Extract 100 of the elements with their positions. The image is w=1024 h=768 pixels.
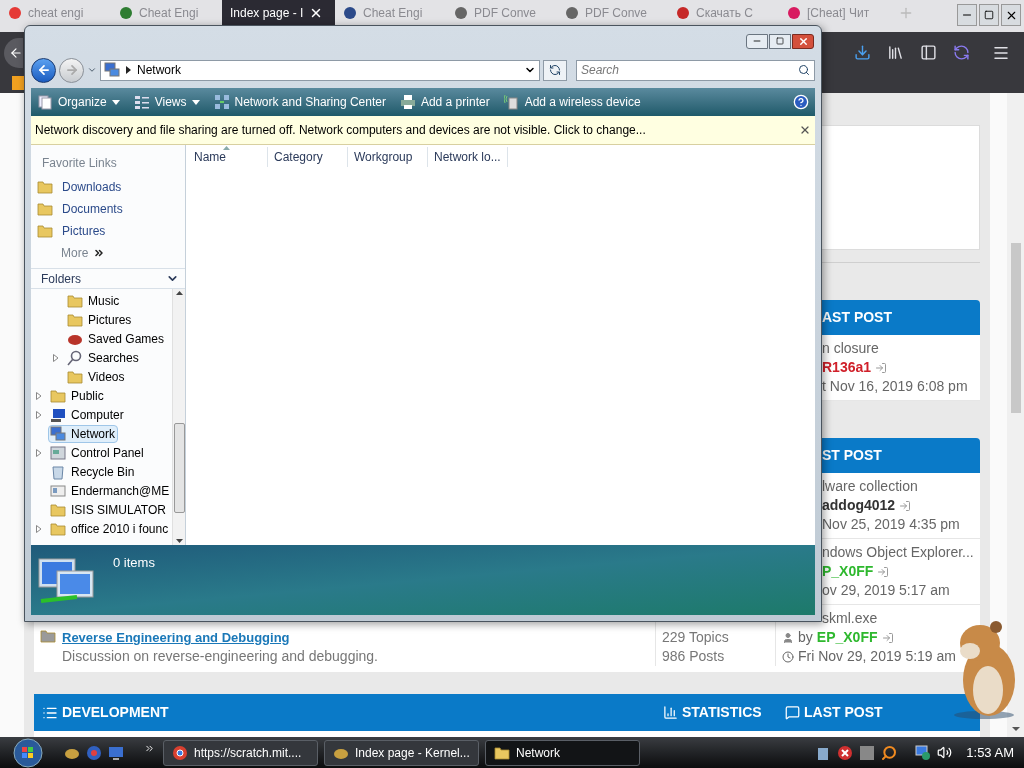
favorite-link[interactable]: Downloads	[31, 176, 185, 198]
folders-header[interactable]: Folders	[31, 268, 185, 289]
quick-launch-icon[interactable]	[86, 744, 102, 761]
scroll-thumb[interactable]	[1010, 243, 1021, 413]
favorite-link[interactable]: Pictures	[31, 220, 185, 242]
post-date: Fri Nov 29, 2019 5:19 am	[798, 647, 956, 666]
folder-icon	[50, 520, 66, 537]
scroll-down-icon[interactable]	[1011, 727, 1020, 731]
category-title[interactable]: DEVELOPMENT	[62, 702, 169, 723]
contact-card-icon	[50, 482, 66, 499]
info-bar[interactable]: Network discovery and file sharing are turned off. Network computers and devices are not visible. Click to change...	[31, 116, 815, 145]
favicon-icon	[787, 5, 801, 20]
goto-post-icon[interactable]	[899, 499, 912, 512]
sync-icon[interactable]	[953, 44, 970, 61]
clock[interactable]: 1:53 AM	[966, 742, 1014, 763]
network-icon	[213, 94, 230, 110]
download-icon[interactable]	[854, 44, 871, 61]
library-icon[interactable]	[887, 44, 904, 61]
search-icon[interactable]	[798, 63, 810, 76]
tree-item[interactable]: ISIS SIMULATOR	[48, 500, 169, 519]
folder-icon	[37, 179, 53, 195]
tree-item[interactable]: Videos	[65, 367, 128, 386]
folder-icon	[50, 387, 66, 404]
goto-post-icon[interactable]	[875, 361, 888, 374]
address-field[interactable]: Network	[100, 59, 540, 81]
views-icon	[133, 94, 150, 110]
history-dropdown-icon[interactable]	[87, 65, 97, 75]
toolbar-button[interactable]: Network and Sharing Center	[213, 93, 386, 111]
tray-icon[interactable]	[837, 744, 854, 761]
post-date: t Nov 16, 2019 6:08 pm	[822, 377, 969, 396]
expand-arrow-icon[interactable]	[36, 410, 42, 419]
toolbar-button[interactable]: Add a wireless device	[503, 93, 641, 111]
tree-item[interactable]: office 2010 i founc	[48, 519, 172, 538]
chart-icon	[663, 705, 678, 720]
favorite-link[interactable]: Documents	[31, 198, 185, 220]
sidebar-icon[interactable]	[920, 44, 937, 61]
close-button[interactable]	[792, 33, 814, 49]
control-panel-icon	[50, 444, 66, 461]
scroll-thumb[interactable]	[173, 423, 185, 513]
network-tray-icon[interactable]	[915, 744, 932, 761]
network-icon	[104, 62, 120, 78]
close-button[interactable]	[1001, 4, 1021, 26]
tree-item[interactable]: Searches	[65, 348, 142, 367]
column-header[interactable]: Workgroup	[348, 147, 428, 167]
expand-arrow-icon[interactable]	[36, 448, 42, 457]
breadcrumb-arrow-icon	[126, 66, 131, 74]
tree-item[interactable]: Network	[48, 424, 118, 443]
toolbar-button[interactable]: Add a printer	[399, 93, 490, 111]
tree-item[interactable]: Endermanch@ME	[48, 481, 172, 500]
more-icon[interactable]	[144, 743, 155, 754]
toolbar-button[interactable]: Views	[133, 93, 200, 111]
restore-button[interactable]	[979, 4, 999, 26]
item-count: 0 items	[113, 554, 155, 572]
column-header[interactable]: Category	[268, 147, 348, 167]
taskbar-button[interactable]: Index page - Kernel...	[324, 739, 479, 766]
expand-arrow-icon[interactable]	[36, 524, 42, 533]
topic-title[interactable]: skml.exe	[822, 609, 878, 628]
computer-icon	[50, 406, 66, 423]
taskbar-button[interactable]: Network	[485, 739, 640, 766]
topic-title[interactable]: ndows Object Explorer...	[822, 543, 980, 562]
goto-post-icon[interactable]	[881, 631, 894, 644]
tray-icon[interactable]	[881, 744, 898, 761]
tree-item[interactable]: Control Panel	[48, 443, 147, 462]
maximize-button[interactable]	[769, 33, 791, 49]
column-header[interactable]: Network lo...	[428, 147, 508, 167]
taskbar-button[interactable]: https://scratch.mit....	[163, 739, 318, 766]
info-message: Network discovery and file sharing are turned off. Network computers and devices are not visible. Click to change...	[35, 122, 646, 139]
search-field[interactable]: Search	[576, 59, 815, 81]
minimize-button[interactable]	[746, 33, 768, 49]
author-link[interactable]: R136a1	[822, 358, 872, 377]
goto-post-icon[interactable]	[877, 565, 890, 578]
tree-item[interactable]: Computer	[48, 405, 127, 424]
post-date: Nov 25, 2019 4:35 pm	[822, 515, 961, 534]
scroll-down-icon	[175, 539, 183, 543]
page-scrollbar[interactable]	[1007, 93, 1024, 737]
scrollbar[interactable]	[172, 289, 185, 545]
expand-arrow-icon[interactable]	[53, 353, 59, 362]
forum-description: Discussion on reverse-engineering and debugging.	[62, 647, 378, 666]
favicon-icon	[343, 5, 357, 20]
back-button[interactable]	[31, 57, 56, 83]
browser-tab[interactable]: Index page - I	[222, 0, 335, 25]
tree-item[interactable]: Pictures	[65, 310, 135, 329]
browser-back-button[interactable]	[4, 37, 23, 68]
tree-item[interactable]: Public	[48, 386, 107, 405]
column-header[interactable]: Name	[188, 147, 268, 167]
expand-arrow-icon[interactable]	[36, 391, 42, 400]
desktop-icon[interactable]	[108, 744, 124, 761]
forum-title-link[interactable]: Reverse Engineering and Debugging	[62, 628, 378, 647]
topic-title[interactable]: lware collection	[822, 477, 980, 496]
forward-arrow-icon	[64, 63, 79, 77]
topic-title[interactable]: n closure	[822, 339, 980, 358]
help-icon[interactable]	[793, 94, 809, 110]
more-link[interactable]: More	[31, 242, 185, 264]
folder-icon	[494, 744, 510, 761]
toolbar-button[interactable]: Organize	[37, 93, 120, 111]
volume-icon[interactable]	[937, 745, 953, 760]
refresh-button[interactable]	[543, 59, 567, 81]
author-link[interactable]: addog4012	[822, 496, 896, 515]
minimize-button[interactable]	[957, 4, 977, 26]
close-icon[interactable]	[799, 124, 811, 136]
